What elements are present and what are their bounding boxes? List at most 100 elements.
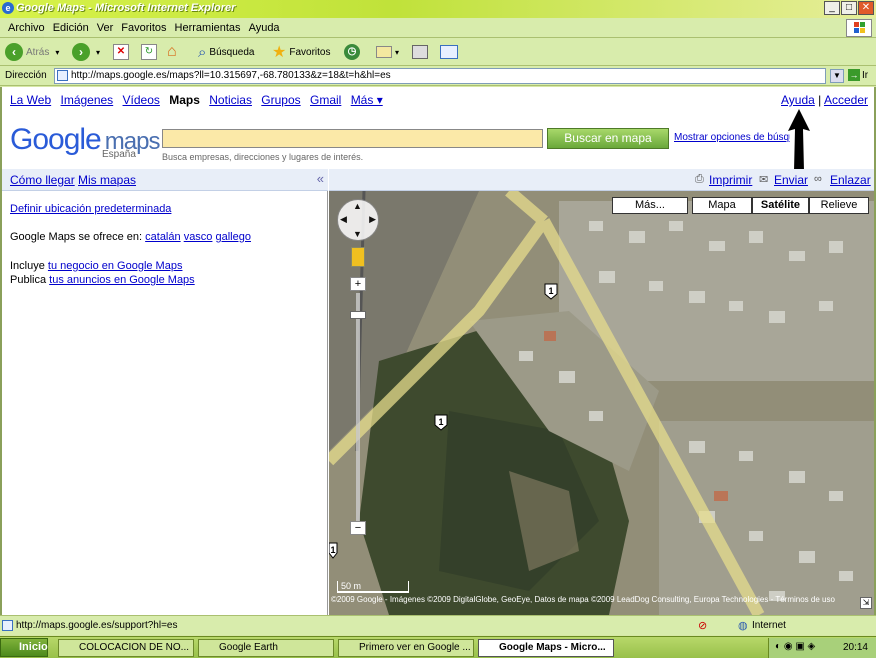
pan-up-icon[interactable]: ▲ (353, 201, 362, 211)
task-label: Google Maps - Micro... (499, 642, 606, 653)
gbar-images-link[interactable]: Imágenes (60, 93, 113, 107)
pan-right-icon[interactable]: ▶ (369, 214, 376, 225)
gbar-gmail-link[interactable]: Gmail (310, 93, 341, 107)
left-panel: Cómo llegar Mis mapas « Definir ubicació… (2, 169, 328, 615)
menu-herramientas[interactable]: Herramientas (175, 22, 241, 34)
search-options-link[interactable]: Mostrar opciones de búsqueda (674, 132, 790, 143)
more-layers-button[interactable]: Más... (612, 197, 688, 214)
back-button[interactable]: ‹ Atrás ▾ (5, 42, 59, 62)
menu-edicion[interactable]: Edición (53, 22, 89, 34)
blocked-icon: ⊘ (698, 620, 708, 632)
edit-page-icon (440, 45, 458, 59)
task-colocacion[interactable]: COLOCACION DE NO... (58, 639, 194, 657)
pan-left-icon[interactable]: ◀ (340, 214, 347, 225)
address-label: Dirección (5, 70, 47, 81)
back-arrow-icon: ‹ (5, 43, 23, 61)
road-shield-2: 1 (438, 417, 443, 427)
maximize-button[interactable]: □ (841, 1, 857, 15)
forward-button[interactable]: › ▾ (72, 42, 100, 62)
status-bar: http://maps.google.es/support?hl=es ⊘ ◍ … (0, 615, 876, 635)
zoom-slider-handle[interactable] (350, 311, 366, 319)
gbar-videos-link[interactable]: Vídeos (123, 93, 160, 107)
refresh-button[interactable]: ↻ (141, 42, 157, 62)
zoom-in-button[interactable]: + (350, 277, 366, 291)
menu-ver[interactable]: Ver (97, 22, 114, 34)
address-input[interactable]: http://maps.google.es/maps?ll=10.315697,… (54, 68, 826, 84)
resize-corner-icon[interactable]: ⇲ (860, 597, 872, 609)
refresh-icon: ↻ (141, 44, 157, 60)
gbar-groups-link[interactable]: Grupos (261, 93, 300, 107)
status-page-icon (2, 620, 13, 631)
task-label: Google Earth (219, 642, 278, 653)
start-button[interactable]: Inicio (0, 638, 48, 657)
search-map-button[interactable]: Buscar en mapa (547, 128, 669, 149)
help-link[interactable]: Ayuda (781, 93, 815, 107)
stop-button[interactable]: ✕ (113, 42, 129, 62)
google-maps-logo[interactable]: Google maps España (10, 123, 160, 160)
task-google-earth[interactable]: Google Earth (198, 639, 334, 657)
task-primero-ver[interactable]: Primero ver en Google ... (338, 639, 474, 657)
search-button[interactable]: ⌕ Búsqueda (198, 42, 254, 62)
scale-label: 50 m (341, 581, 362, 591)
close-button[interactable]: ✕ (858, 1, 874, 15)
address-dropdown-icon[interactable]: ▼ (830, 69, 844, 83)
zoom-out-button[interactable]: − (350, 521, 366, 535)
map-type-map-button[interactable]: Mapa (692, 197, 752, 214)
security-zone: Internet (752, 620, 786, 631)
menu-ayuda[interactable]: Ayuda (249, 22, 280, 34)
pegman-icon[interactable] (351, 247, 365, 267)
favorites-button[interactable]: ★ Favoritos (272, 42, 330, 62)
search-hint: Busca empresas, direcciones y lugares de… (162, 152, 364, 162)
gbar-news-link[interactable]: Noticias (209, 93, 252, 107)
pan-down-icon[interactable]: ▼ (353, 229, 362, 239)
map-type-terrain-button[interactable]: Relieve (809, 197, 869, 214)
home-button[interactable]: ⌂ (167, 42, 177, 62)
minimize-button[interactable]: _ (824, 1, 840, 15)
pan-control[interactable]: ▲ ▼ ◀ ▶ (337, 199, 379, 241)
collapse-panel-icon[interactable]: « (317, 171, 324, 186)
gbar-more-link[interactable]: Más ▾ (351, 93, 383, 107)
link-icon: ∞ (814, 173, 822, 185)
offered-in-text: Google Maps se ofrece en: (10, 231, 143, 243)
search-input[interactable] (162, 129, 543, 148)
my-maps-link[interactable]: Mis mapas (78, 173, 136, 187)
stop-icon: ✕ (113, 44, 129, 60)
tray-icons[interactable]: ◐ ◉ ▣ ◈ (775, 641, 815, 652)
satellite-imagery: 1 1 1 (329, 191, 874, 615)
ads-link[interactable]: tus anuncios en Google Maps (49, 274, 195, 286)
google-wordmark: Google (10, 123, 102, 156)
mail-button[interactable]: ▾ (376, 42, 399, 62)
home-icon: ⌂ (167, 43, 177, 60)
menu-archivo[interactable]: Archivo (8, 22, 45, 34)
language-basque-link[interactable]: vasco (184, 231, 213, 243)
login-link[interactable]: Acceder (824, 93, 868, 107)
country-label: España (102, 149, 136, 160)
road-shield-3: 1 (330, 545, 335, 555)
go-button[interactable]: → Ir (848, 69, 868, 81)
directions-link[interactable]: Cómo llegar (10, 173, 75, 187)
start-label: Inicio (19, 641, 48, 653)
default-location-link[interactable]: Definir ubicación predeterminada (10, 203, 171, 215)
language-galician-link[interactable]: gallego (216, 231, 251, 243)
gbar-web-link[interactable]: La Web (10, 93, 51, 107)
language-catalan-link[interactable]: catalán (145, 231, 180, 243)
task-google-maps[interactable]: Google Maps - Micro... (478, 639, 614, 657)
print-button[interactable] (412, 42, 428, 62)
edit-button[interactable] (440, 42, 458, 62)
page-icon (57, 70, 68, 81)
send-link[interactable]: Enviar (774, 173, 808, 187)
search-icon: ⌕ (198, 43, 207, 61)
link-link[interactable]: Enlazar (830, 173, 871, 187)
google-bar: La Web Imágenes Vídeos Maps Noticias Gru… (10, 93, 389, 107)
history-button[interactable]: ◷ (344, 42, 360, 62)
map-type-satellite-button[interactable]: Satélite (752, 197, 809, 214)
zoom-slider-track[interactable] (356, 293, 360, 523)
taskbar: Inicio COLOCACION DE NO... Google Earth … (0, 636, 876, 658)
toolbar: ‹ Atrás ▾ › ▾ ✕ ↻ ⌂ ⌕ Búsqueda ★ Favoritos… (0, 38, 876, 66)
address-url: http://maps.google.es/maps?ll=10.315697,… (71, 70, 391, 81)
satellite-map[interactable]: 1 1 1 Más... Mapa Satélite Relieve ▲ ▼ ◀… (329, 191, 874, 615)
print-link[interactable]: Imprimir (709, 173, 752, 187)
menu-favoritos[interactable]: Favoritos (121, 22, 166, 34)
includes-text: Incluye (10, 260, 45, 272)
business-link[interactable]: tu negocio en Google Maps (48, 260, 183, 272)
